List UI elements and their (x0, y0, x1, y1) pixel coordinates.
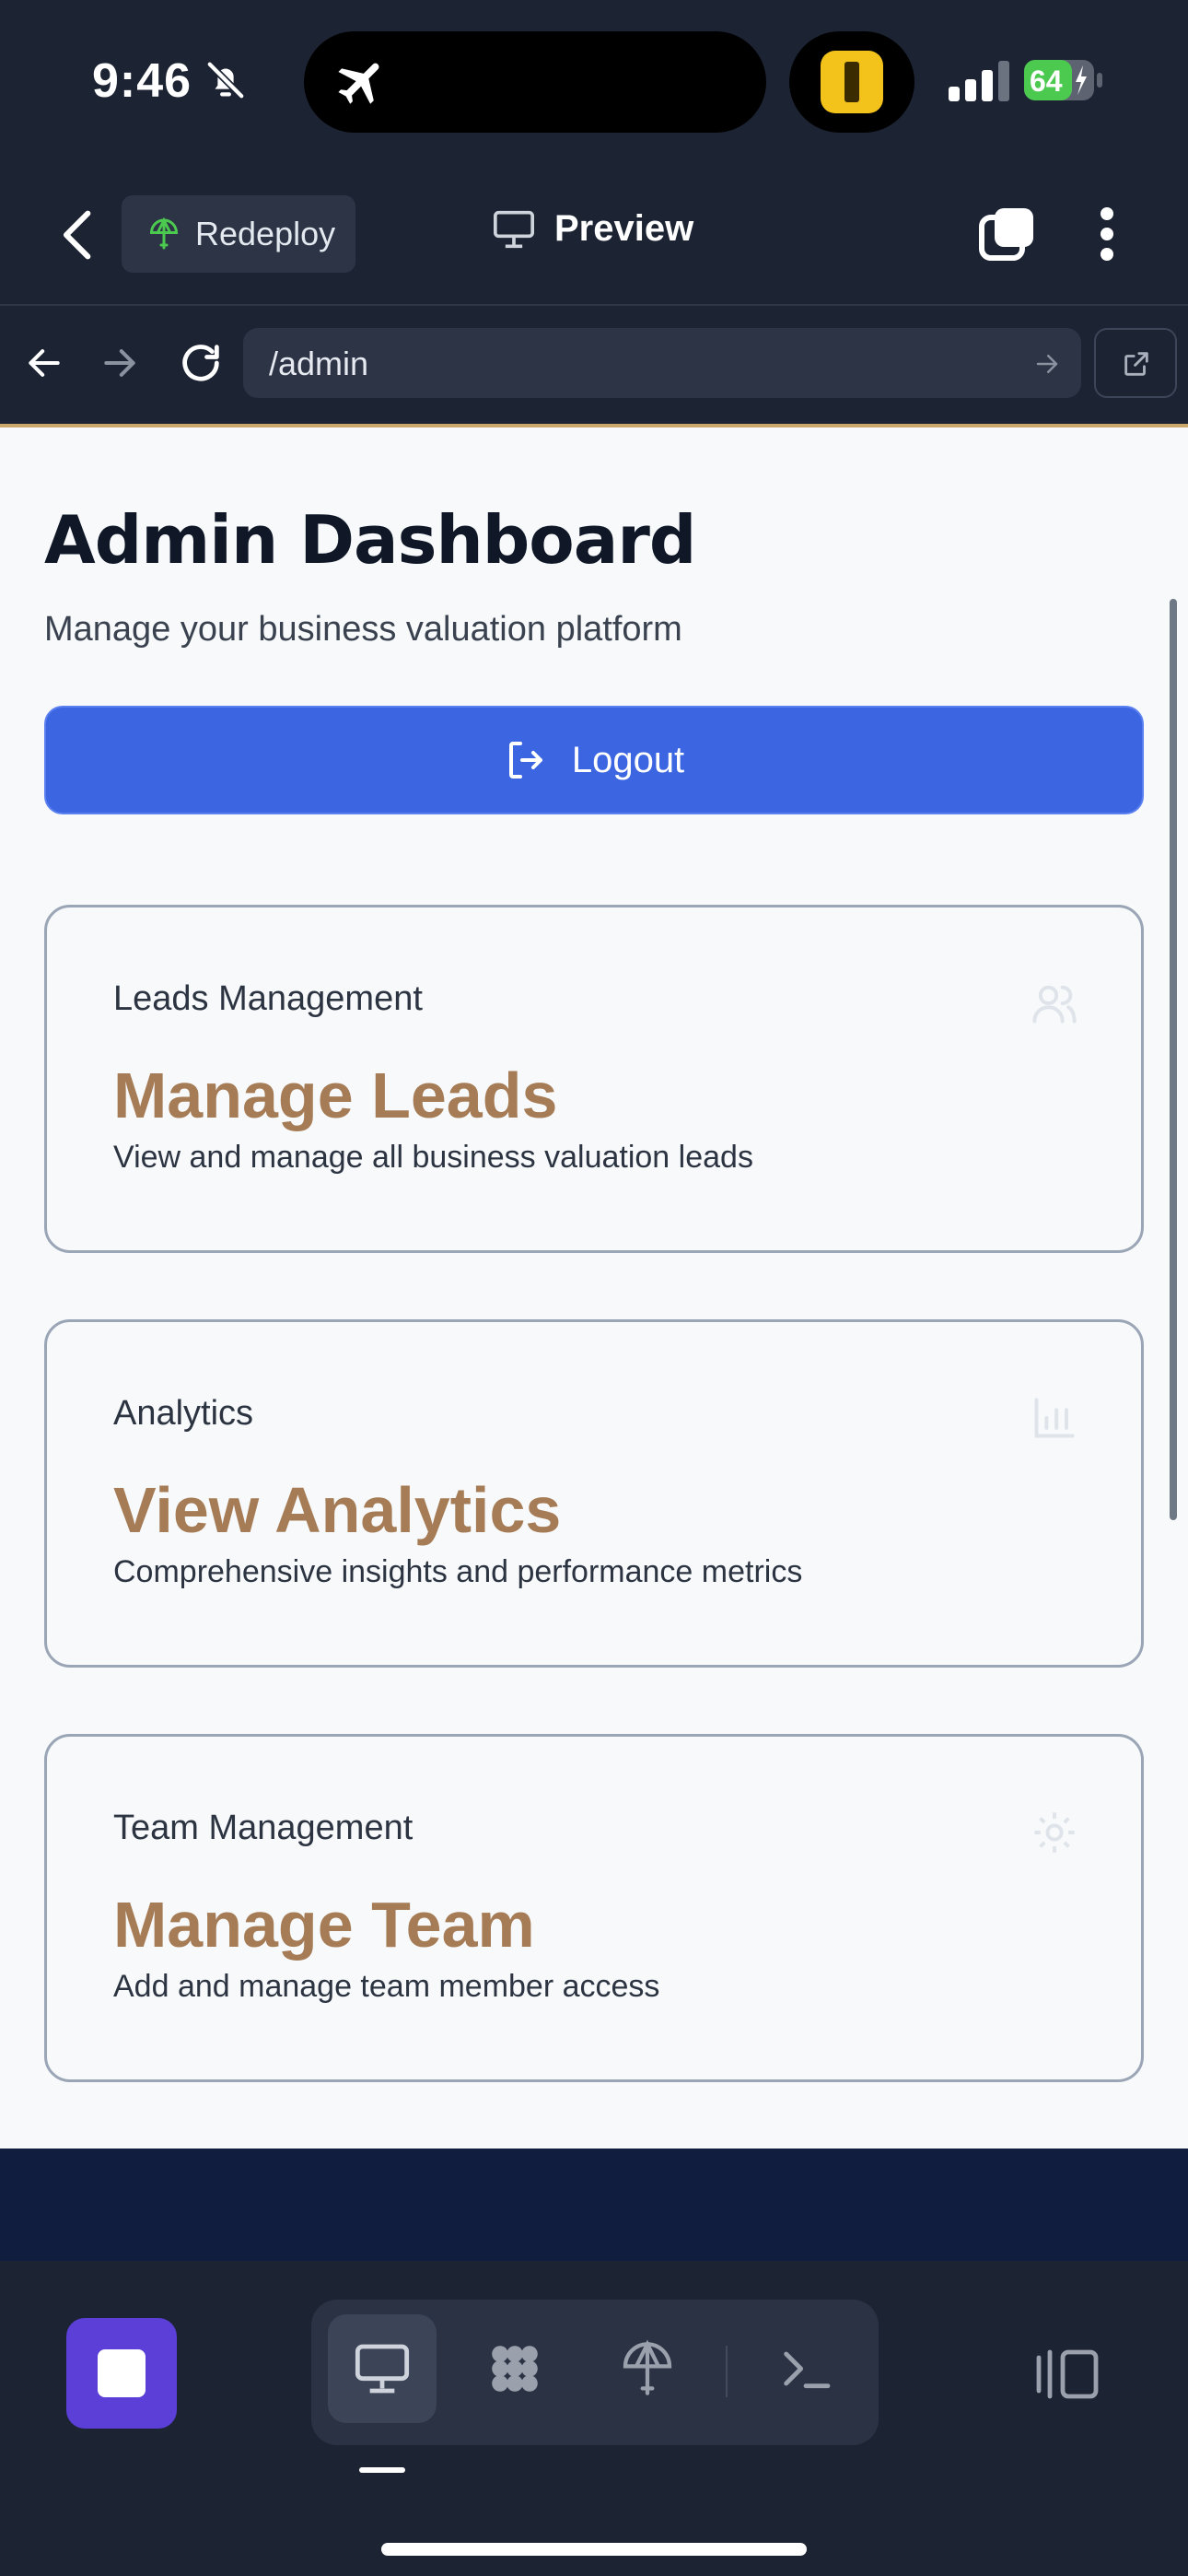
arrow-left-icon[interactable] (24, 343, 64, 383)
bottom-toolbar (0, 2261, 1188, 2576)
card-description: Comprehensive insights and performance m… (113, 1554, 803, 1589)
arrow-right-icon[interactable] (99, 343, 140, 383)
url-input[interactable]: /admin (243, 328, 1081, 398)
live-activity (789, 31, 914, 133)
card-description: View and manage all business valuation l… (113, 1140, 753, 1175)
users-icon (1032, 985, 1077, 1024)
battery-icon: 64 (1024, 60, 1102, 100)
url-text: /admin (269, 345, 369, 382)
card-view-analytics[interactable]: Analytics View Analytics Comprehensive i… (44, 1319, 1144, 1668)
redeploy-button[interactable]: Redeploy (122, 195, 355, 273)
external-link-icon (1124, 352, 1148, 376)
split-view-icon[interactable] (1031, 2346, 1101, 2403)
bell-muted-icon (205, 60, 246, 100)
dynamic-island (304, 31, 766, 133)
tool-shell[interactable] (751, 2314, 860, 2423)
cellular-signal-icon (949, 61, 1009, 101)
stop-button[interactable] (66, 2318, 177, 2429)
card-title: Manage Team (113, 1889, 535, 1961)
open-external-button[interactable] (1094, 328, 1177, 398)
card-label: Team Management (113, 1809, 413, 1847)
monitor-icon (494, 210, 534, 248)
page-title: Admin Dashboard (44, 501, 696, 579)
tabs-icon[interactable] (978, 205, 1037, 263)
logout-label: Logout (571, 739, 685, 780)
app-header: Redeploy Preview (0, 166, 1188, 304)
card-title: View Analytics (113, 1474, 562, 1546)
deploy-icon (149, 217, 179, 250)
battery-level: 64 (1030, 64, 1063, 98)
go-arrow-icon[interactable] (1033, 350, 1061, 378)
card-manage-team[interactable]: Team Management Manage Team Add and mana… (44, 1734, 1144, 2082)
status-time: 9:46 (92, 54, 192, 108)
redeploy-label: Redeploy (195, 215, 336, 252)
toolbar-separator (726, 2346, 728, 2397)
card-title: Manage Leads (113, 1060, 558, 1131)
reload-icon[interactable] (177, 339, 225, 387)
card-manage-leads[interactable]: Leads Management Manage Leads View and m… (44, 905, 1144, 1253)
preview-title[interactable]: Preview (492, 208, 693, 250)
logout-icon (508, 742, 542, 779)
url-bar: /admin (0, 306, 1188, 424)
scrollbar[interactable] (1170, 599, 1177, 1520)
card-description: Add and manage team member access (113, 1969, 660, 2004)
tool-deploy[interactable] (593, 2314, 702, 2423)
tool-desktop[interactable] (328, 2314, 437, 2423)
page-subtitle: Manage your business valuation platform (44, 610, 682, 649)
gear-icon (1034, 1812, 1075, 1853)
deploy-icon (623, 2339, 672, 2395)
card-label: Leads Management (113, 979, 423, 1018)
airplane-icon (338, 63, 379, 104)
home-indicator (381, 2543, 807, 2556)
terminal-icon (784, 2351, 831, 2389)
bar-chart-icon (1034, 1398, 1075, 1438)
site-footer (0, 2149, 1188, 2261)
tool-group (311, 2300, 879, 2445)
tool-workflows[interactable] (460, 2314, 569, 2423)
logout-button[interactable]: Logout (44, 706, 1144, 814)
grid-blob-icon (492, 2346, 538, 2392)
status-bar: 9:46 64 (0, 0, 1188, 166)
web-preview: Admin Dashboard Manage your business val… (0, 427, 1188, 2149)
card-label: Analytics (113, 1394, 254, 1433)
back-chevron-icon[interactable] (53, 205, 105, 265)
desktop-icon (355, 2344, 410, 2394)
more-vertical-icon[interactable] (1096, 206, 1118, 262)
preview-label: Preview (554, 208, 694, 249)
active-tool-indicator (359, 2467, 405, 2473)
app-badge-icon (821, 51, 883, 113)
